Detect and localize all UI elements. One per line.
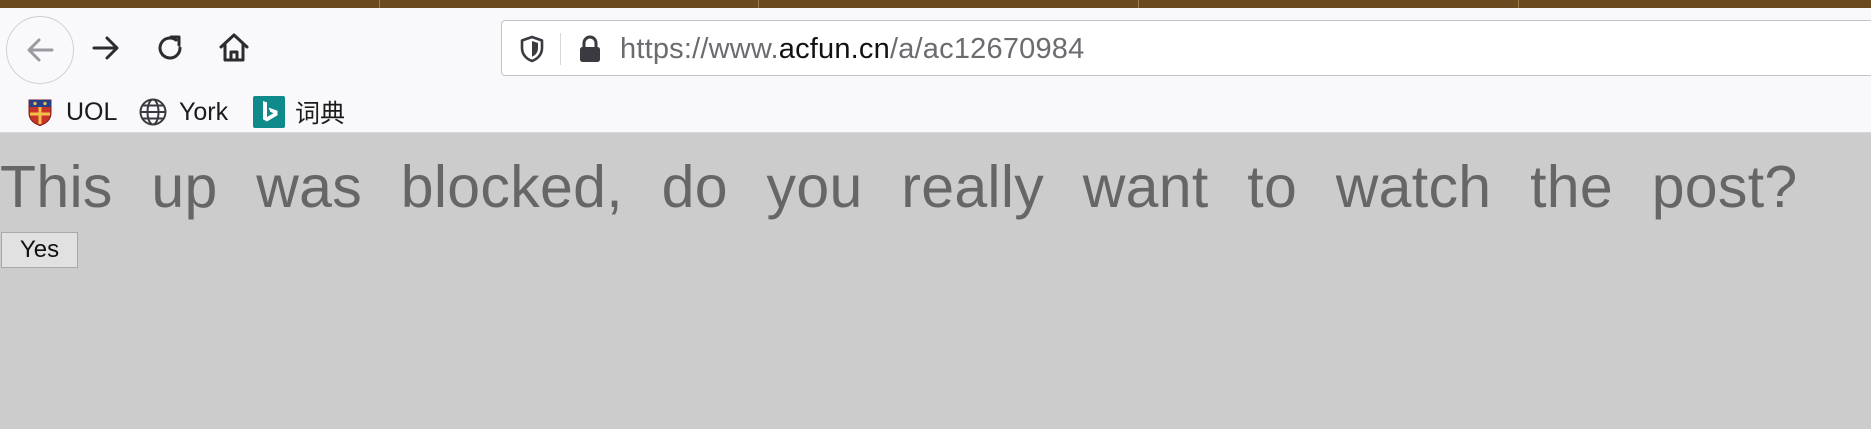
bookmark-label: 词典: [295, 100, 346, 128]
tab-strip: [0, 0, 1871, 8]
url-scheme: https://www.: [620, 33, 779, 65]
blocked-message: This up was blocked, do you really want …: [0, 154, 1798, 220]
page-content: This up was blocked, do you really want …: [0, 134, 1871, 429]
url-host: acfun.cn: [778, 33, 890, 65]
shield-icon: [520, 35, 544, 63]
urlbar-divider: [560, 33, 561, 65]
reload-button[interactable]: [138, 16, 202, 80]
url-text[interactable]: https://www.acfun.cn/a/ac12670984: [620, 21, 1084, 77]
site-info-button[interactable]: [572, 21, 608, 77]
yes-button[interactable]: Yes: [1, 232, 78, 268]
home-button[interactable]: [202, 16, 266, 80]
bookmark-cidian[interactable]: 词典: [253, 92, 345, 132]
bookmark-label: York: [179, 97, 229, 126]
back-button[interactable]: [6, 16, 74, 84]
bing-logo-icon: [253, 96, 285, 128]
bookmark-uol[interactable]: UOL: [24, 92, 117, 132]
url-bar[interactable]: https://www.acfun.cn/a/ac12670984: [501, 20, 1871, 76]
bookmark-york[interactable]: York: [137, 92, 228, 132]
url-path: /a/ac12670984: [889, 33, 1085, 65]
tracking-protection-button[interactable]: [514, 21, 550, 77]
tab-separator: [1138, 0, 1139, 8]
tab-separator: [758, 0, 759, 8]
forward-arrow-icon: [92, 36, 119, 60]
forward-button[interactable]: [74, 16, 138, 80]
lock-icon: [580, 35, 600, 62]
bookmarks-toolbar: UOL York 词典: [0, 92, 1871, 133]
globe-icon: [137, 96, 169, 128]
reload-icon: [158, 35, 182, 60]
bookmark-label: UOL: [66, 97, 118, 126]
tab-separator: [1518, 0, 1519, 8]
tab-separator: [379, 0, 380, 8]
home-icon: [219, 33, 249, 62]
back-arrow-icon: [27, 38, 54, 62]
navigation-toolbar: https://www.acfun.cn/a/ac12670984: [0, 8, 1871, 92]
uol-crest-icon: [24, 96, 56, 128]
